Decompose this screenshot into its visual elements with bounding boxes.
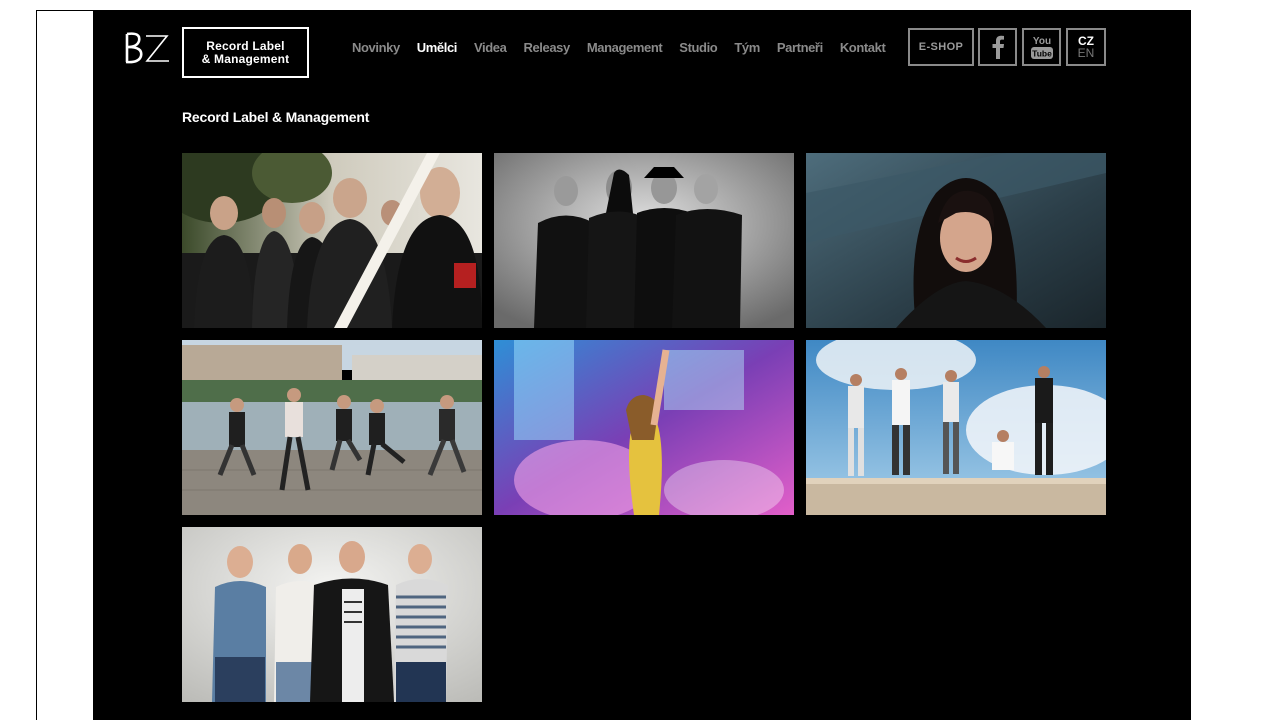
youtube-button[interactable]: You Tube xyxy=(1022,28,1061,66)
nav-partneri[interactable]: Partneři xyxy=(777,40,823,55)
label-line2: & Management xyxy=(201,51,290,66)
artist-tile-3[interactable] xyxy=(806,153,1106,328)
artist-photo-5 xyxy=(494,340,794,515)
bz-logo-icon[interactable] xyxy=(123,30,171,66)
artist-photo-1 xyxy=(182,153,482,328)
facebook-icon xyxy=(992,35,1004,59)
artist-tile-7[interactable] xyxy=(182,527,482,702)
main-nav: Novinky Umělci Videa Releasy Management … xyxy=(352,40,886,55)
youtube-text-top: You xyxy=(1032,36,1050,47)
label-line1: Record Label xyxy=(206,38,285,53)
nav-novinky[interactable]: Novinky xyxy=(352,40,400,55)
nav-umelci[interactable]: Umělci xyxy=(417,40,458,55)
artist-photo-7 xyxy=(182,527,482,702)
artist-photo-6 xyxy=(806,340,1106,515)
nav-studio[interactable]: Studio xyxy=(679,40,717,55)
youtube-icon: You Tube xyxy=(1030,36,1053,59)
youtube-text-bottom: Tube xyxy=(1032,49,1052,59)
nav-tym[interactable]: Tým xyxy=(734,40,760,55)
facebook-button[interactable] xyxy=(978,28,1017,66)
artist-tile-4[interactable] xyxy=(182,340,482,515)
artist-tile-1[interactable] xyxy=(182,153,482,328)
nav-kontakt[interactable]: Kontakt xyxy=(840,40,886,55)
language-switch[interactable]: CZ EN xyxy=(1066,28,1106,66)
site-container: Record Label & Management Novinky Umělci… xyxy=(93,10,1191,720)
artist-photo-4 xyxy=(182,340,482,515)
artist-tile-5[interactable] xyxy=(494,340,794,515)
artist-tile-6[interactable] xyxy=(806,340,1106,515)
artist-photo-2 xyxy=(494,153,794,328)
nav-releasy[interactable]: Releasy xyxy=(523,40,570,55)
artist-photo-3 xyxy=(806,153,1106,328)
record-label-box[interactable]: Record Label & Management xyxy=(182,27,309,78)
nav-videa[interactable]: Videa xyxy=(474,40,507,55)
page-title: Record Label & Management xyxy=(182,109,370,125)
lang-en[interactable]: EN xyxy=(1078,47,1095,59)
artist-tile-2[interactable] xyxy=(494,153,794,328)
eshop-button[interactable]: E-SHOP xyxy=(908,28,974,66)
nav-management[interactable]: Management xyxy=(587,40,663,55)
